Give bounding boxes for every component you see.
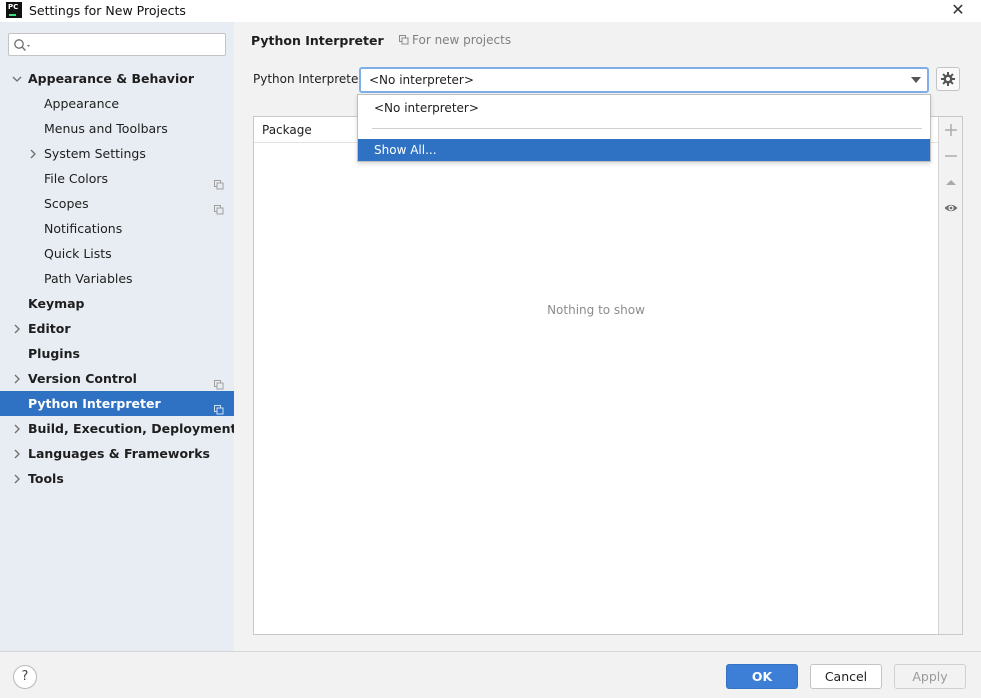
sidebar-item-label: Notifications — [44, 221, 123, 236]
scope-note: For new projects — [399, 33, 511, 47]
sidebar-item-label: System Settings — [44, 146, 146, 161]
sidebar-item-label: Scopes — [44, 196, 89, 211]
sidebar-item-appearance-behavior[interactable]: Appearance & Behavior — [0, 66, 234, 91]
sidebar-item-keymap[interactable]: Keymap — [0, 291, 234, 316]
sidebar-item-label: Build, Execution, Deployment — [28, 421, 237, 436]
chevron-right-icon[interactable] — [11, 366, 23, 391]
cancel-button[interactable]: Cancel — [810, 664, 882, 689]
search-input[interactable] — [37, 36, 223, 53]
eye-icon — [944, 204, 958, 212]
dropdown-arrow-icon — [911, 77, 921, 83]
sidebar-item-label: Plugins — [28, 346, 80, 361]
plus-icon — [945, 124, 957, 136]
packages-table: Package Nothing to show — [253, 116, 963, 635]
sidebar-item-label: Version Control — [28, 371, 137, 386]
interpreter-value: <No interpreter> — [369, 73, 474, 87]
column-package[interactable]: Package — [262, 123, 312, 137]
sidebar-item-tools[interactable]: Tools — [0, 466, 234, 491]
chevron-down-icon[interactable] — [11, 66, 23, 91]
page-title: Python Interpreter — [251, 33, 384, 48]
project-scope-icon — [214, 198, 224, 215]
sidebar-item-label: Appearance & Behavior — [28, 71, 194, 86]
settings-sidebar: Appearance & Behavior Appearance Menus and… — [0, 22, 237, 651]
interpreter-combobox[interactable]: <No interpreter> — [359, 67, 929, 93]
sidebar-item-label: Languages & Frameworks — [28, 446, 210, 461]
sidebar-item-label: Quick Lists — [44, 246, 112, 261]
dropdown-option-no-interpreter[interactable]: <No interpreter> — [358, 97, 930, 119]
sidebar-item-quick-lists[interactable]: Quick Lists — [0, 241, 234, 266]
help-button[interactable]: ? — [13, 665, 37, 689]
window-title: Settings for New Projects — [29, 3, 186, 18]
title-bar: PC Settings for New Projects ✕ — [0, 0, 981, 22]
upgrade-package-button[interactable] — [943, 174, 959, 190]
sidebar-item-editor[interactable]: Editor — [0, 316, 234, 341]
sidebar-item-path-variables[interactable]: Path Variables — [0, 266, 234, 291]
settings-search[interactable] — [8, 33, 226, 56]
copy-icon — [399, 35, 409, 45]
chevron-right-icon[interactable] — [11, 416, 23, 441]
sidebar-item-version-control[interactable]: Version Control — [0, 366, 234, 391]
interpreter-label: Python Interpreter: — [253, 72, 368, 86]
dropdown-option-show-all[interactable]: Show All... — [358, 139, 930, 161]
minus-icon — [945, 155, 957, 157]
empty-state-text: Nothing to show — [547, 303, 645, 317]
triangle-up-icon — [946, 180, 956, 185]
table-toolbar — [938, 117, 962, 634]
sidebar-item-label: Keymap — [28, 296, 85, 311]
dialog-footer: ? OK Cancel Apply — [0, 651, 981, 698]
sidebar-item-menus-and-toolbars[interactable]: Menus and Toolbars — [0, 116, 234, 141]
sidebar-item-file-colors[interactable]: File Colors — [0, 166, 234, 191]
sidebar-item-label: Appearance — [44, 96, 120, 111]
project-scope-icon — [214, 173, 224, 190]
remove-package-button[interactable] — [943, 148, 959, 164]
ok-button[interactable]: OK — [726, 664, 798, 689]
sidebar-item-system-settings[interactable]: System Settings — [0, 141, 234, 166]
interpreter-settings-button[interactable] — [936, 67, 960, 91]
project-scope-icon — [214, 373, 224, 390]
sidebar-item-plugins[interactable]: Plugins — [0, 341, 234, 366]
add-package-button[interactable] — [943, 122, 959, 138]
sidebar-item-label: Path Variables — [44, 271, 133, 286]
sidebar-item-label: Python Interpreter — [28, 396, 161, 411]
sidebar-item-label: Editor — [28, 321, 71, 336]
search-icon — [14, 39, 30, 51]
show-early-releases-button[interactable] — [943, 200, 959, 216]
sidebar-item-python-interpreter[interactable]: Python Interpreter — [0, 391, 234, 416]
sidebar-item-notifications[interactable]: Notifications — [0, 216, 234, 241]
dropdown-separator — [372, 128, 922, 129]
close-button[interactable]: ✕ — [947, 0, 969, 20]
scope-note-text: For new projects — [412, 33, 512, 47]
project-scope-icon — [214, 398, 224, 415]
interpreter-dropdown-list: <No interpreter> Show All... — [357, 94, 931, 162]
chevron-right-icon[interactable] — [11, 466, 23, 491]
sidebar-item-build-execution-deployment[interactable]: Build, Execution, Deployment — [0, 416, 237, 441]
sidebar-item-label: Menus and Toolbars — [44, 121, 168, 136]
sidebar-item-label: File Colors — [44, 171, 109, 186]
apply-button[interactable]: Apply — [894, 664, 966, 689]
sidebar-item-appearance[interactable]: Appearance — [0, 91, 234, 116]
chevron-right-icon[interactable] — [27, 141, 39, 166]
chevron-right-icon[interactable] — [11, 316, 23, 341]
sidebar-item-label: Tools — [28, 471, 64, 486]
chevron-right-icon[interactable] — [11, 441, 23, 466]
pycharm-logo-icon: PC — [6, 2, 22, 18]
sidebar-item-languages-frameworks[interactable]: Languages & Frameworks — [0, 441, 234, 466]
sidebar-item-scopes[interactable]: Scopes — [0, 191, 234, 216]
gear-icon — [941, 72, 955, 86]
